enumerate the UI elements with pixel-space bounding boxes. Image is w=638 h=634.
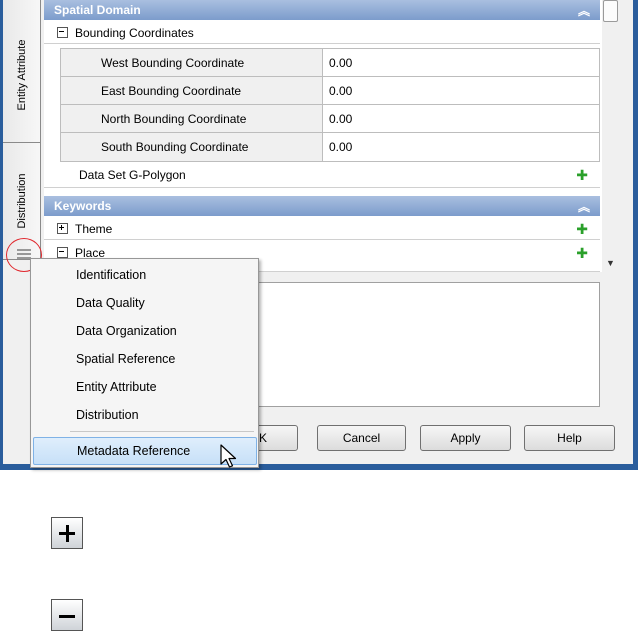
menu-item-label: Entity Attribute [76,380,157,394]
east-bounding-row: East Bounding Coordinate 0.00 [60,76,600,106]
east-bounding-value: 0.00 [329,84,353,98]
ok-button-label: K [258,431,267,445]
east-bounding-field[interactable]: 0.00 [322,76,600,106]
menu-item-data-quality[interactable]: Data Quality [31,288,257,316]
menu-item-label: Distribution [76,408,139,422]
menu-item-label: Data Quality [76,296,145,310]
double-chevron-up-icon[interactable]: ︽ [578,2,590,19]
collapse-minus-icon[interactable] [57,27,68,38]
expand-plus-icon[interactable] [57,223,68,234]
menu-item-distribution[interactable]: Distribution [31,400,257,428]
north-bounding-value: 0.00 [329,112,353,126]
menu-item-entity-attribute[interactable]: Entity Attribute [31,372,257,400]
tab-distribution-label: Distribution [15,173,28,229]
apply-button[interactable]: Apply [420,425,511,451]
west-bounding-label: West Bounding Coordinate [101,56,245,70]
menu-item-label: Identification [76,268,147,282]
help-button-label: Help [557,431,582,445]
east-bounding-label: East Bounding Coordinate [101,84,242,98]
minus-box-icon[interactable] [51,599,83,631]
collapse-minus-icon[interactable] [57,247,68,258]
west-bounding-row: West Bounding Coordinate 0.00 [60,48,600,78]
west-bounding-field[interactable]: 0.00 [322,48,600,78]
cancel-button[interactable]: Cancel [317,425,406,451]
add-theme-icon[interactable]: ✚ [576,221,588,238]
menu-item-data-organization[interactable]: Data Organization [31,316,257,344]
add-place-icon[interactable]: ✚ [576,245,588,262]
double-chevron-up-icon[interactable]: ︽ [578,198,590,215]
apply-button-label: Apply [450,431,481,445]
scrollbar-thumb[interactable] [603,0,618,22]
keywords-header[interactable]: Keywords ︽ [44,196,600,216]
south-bounding-value: 0.00 [329,140,353,154]
add-polygon-icon[interactable]: ✚ [576,167,588,184]
data-set-polygon-label: Data Set G-Polygon [79,168,186,182]
menu-separator [70,431,254,432]
help-button[interactable]: Help [524,425,615,451]
menu-item-label: Data Organization [76,324,177,338]
keywords-title: Keywords [54,199,112,213]
cancel-button-label: Cancel [342,431,381,445]
tab-entity-attribute[interactable]: Entity Attribute [3,0,41,150]
menu-item-identification[interactable]: Identification [31,260,257,288]
south-bounding-field[interactable]: 0.00 [322,132,600,162]
menu-item-label: Spatial Reference [76,352,176,366]
theme-group[interactable]: Theme ✚ [44,218,600,240]
tab-entity-attribute-label: Entity Attribute [15,39,28,110]
menu-item-spatial-reference[interactable]: Spatial Reference [31,344,257,372]
bounding-coordinates-group[interactable]: Bounding Coordinates [44,22,600,44]
theme-label: Theme [75,222,113,236]
north-bounding-field[interactable]: 0.00 [322,104,600,134]
bounding-coordinates-label: Bounding Coordinates [75,26,194,40]
data-set-polygon-row[interactable]: Data Set G-Polygon ✚ [44,162,600,188]
scroll-down-arrow-icon[interactable]: ▼ [606,258,615,268]
help-text-area [252,282,600,407]
spatial-domain-title: Spatial Domain [54,3,141,17]
plus-box-icon[interactable] [51,517,83,549]
west-bounding-value: 0.00 [329,56,353,70]
south-bounding-label: South Bounding Coordinate [101,140,249,154]
north-bounding-row: North Bounding Coordinate 0.00 [60,104,600,134]
vertical-scrollbar[interactable] [602,0,619,272]
spatial-domain-header[interactable]: Spatial Domain ︽ [44,0,600,20]
south-bounding-row: South Bounding Coordinate 0.00 [60,132,600,162]
menu-item-label: Metadata Reference [77,444,191,458]
north-bounding-label: North Bounding Coordinate [101,112,247,126]
mouse-cursor-icon [220,444,237,468]
